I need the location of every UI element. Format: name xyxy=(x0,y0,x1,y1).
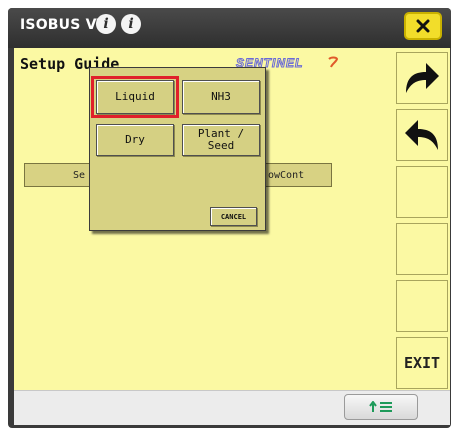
button-label: Dry xyxy=(125,133,145,146)
cancel-button[interactable]: CANCEL xyxy=(210,207,257,226)
close-icon xyxy=(416,19,430,33)
softkey-empty[interactable] xyxy=(396,166,448,218)
softkey-empty[interactable] xyxy=(396,280,448,332)
softkey-list-button[interactable] xyxy=(344,394,418,420)
background-button-label: Se xyxy=(73,169,86,181)
button-label-line2: Seed xyxy=(207,139,235,152)
exit-button[interactable]: EXIT xyxy=(396,337,448,389)
arrow-right-icon xyxy=(406,63,439,93)
next-button[interactable] xyxy=(396,52,448,104)
button-label: NH3 xyxy=(211,90,231,103)
back-button[interactable] xyxy=(396,109,448,161)
softkey-list-icon xyxy=(369,401,392,412)
selection-highlight xyxy=(91,76,179,118)
exit-label: EXIT xyxy=(403,354,441,372)
background-button-right: owCont xyxy=(262,163,332,187)
background-button-label: owCont xyxy=(268,169,305,181)
arrow-left-icon xyxy=(405,120,438,150)
app-title: ISOBUS VT xyxy=(20,17,107,33)
info-icon[interactable]: i xyxy=(121,14,141,34)
button-label: CANCEL xyxy=(220,212,247,221)
close-button[interactable] xyxy=(404,12,442,40)
info-icon[interactable]: i xyxy=(96,14,116,34)
dry-button[interactable]: Dry xyxy=(96,124,174,156)
softkey-empty[interactable] xyxy=(396,223,448,275)
plant-seed-button[interactable]: Plant / Seed xyxy=(182,124,260,156)
brand-swirl-icon xyxy=(328,56,338,68)
nh3-button[interactable]: NH3 xyxy=(182,80,260,114)
